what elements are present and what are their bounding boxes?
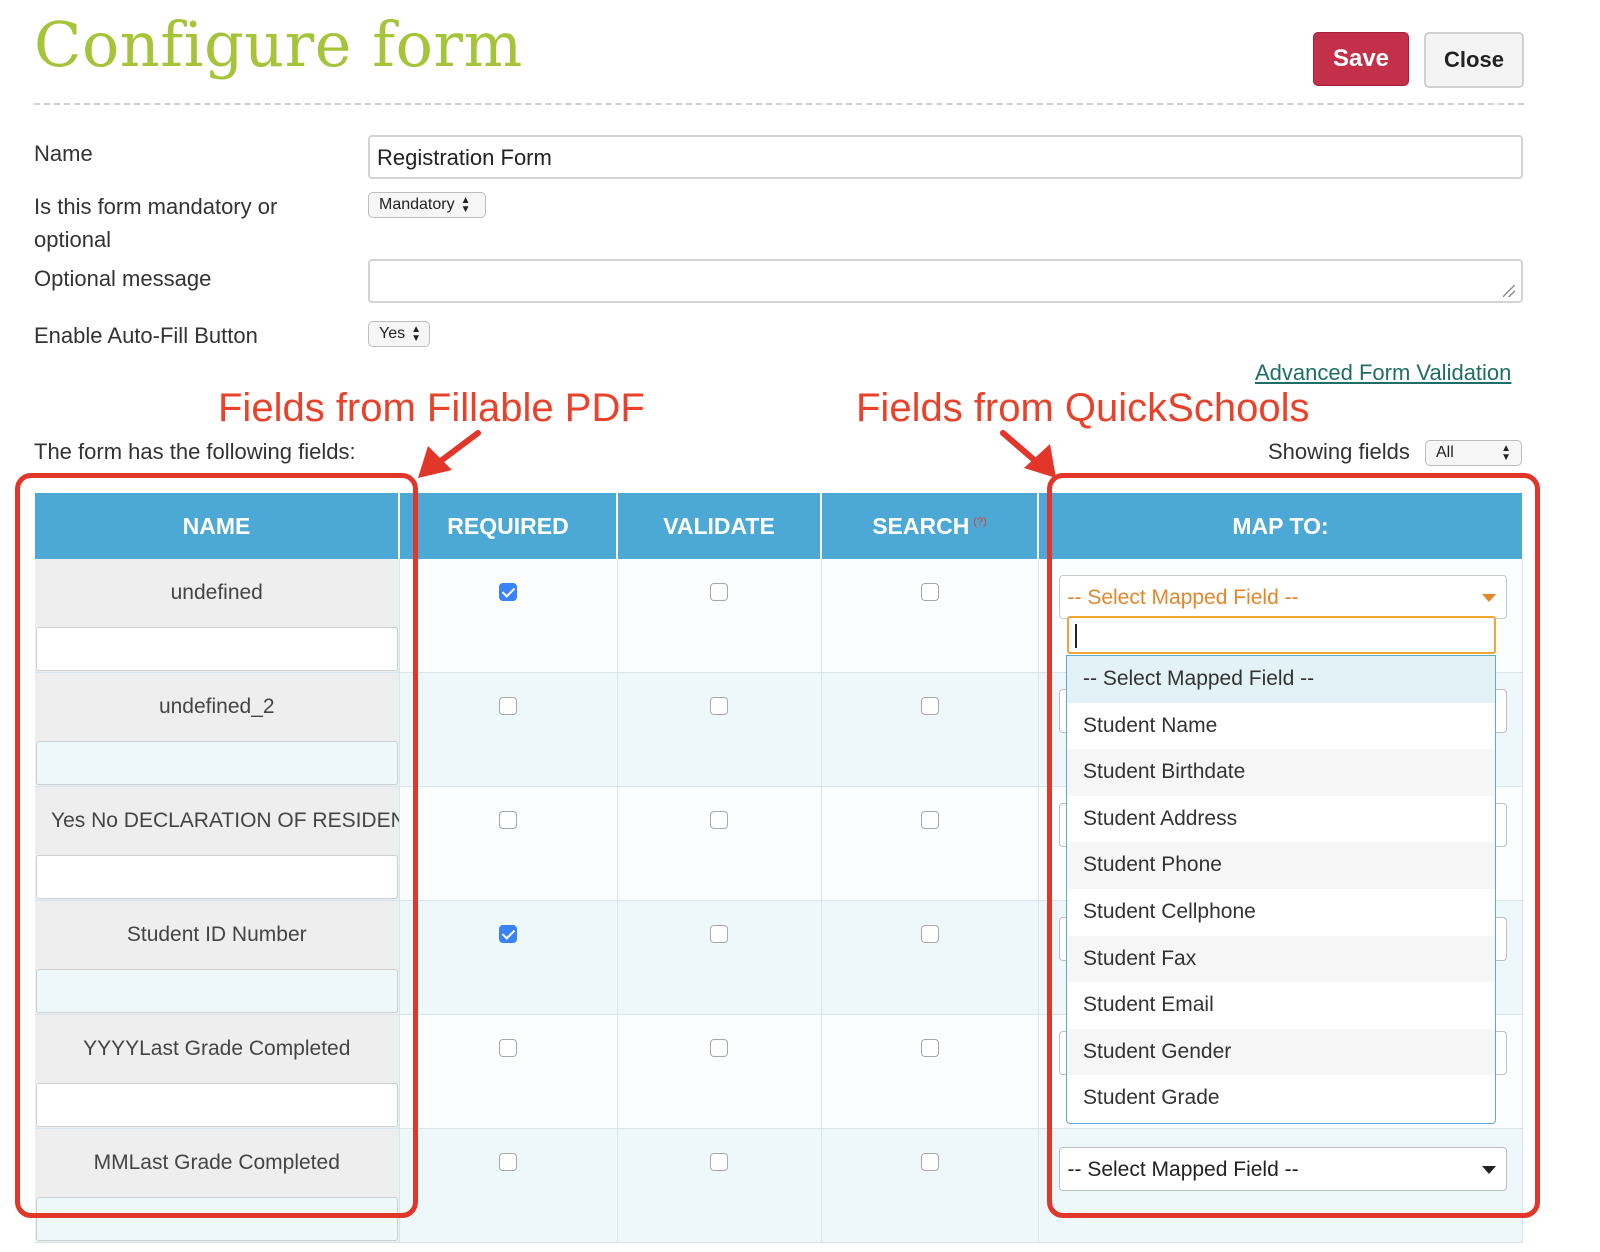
- arrow-right-head-icon: [1024, 444, 1056, 478]
- arrow-left-line: [435, 430, 481, 466]
- annotation-arrows: [418, 430, 1056, 478]
- arrow-left-head-icon: [418, 446, 452, 478]
